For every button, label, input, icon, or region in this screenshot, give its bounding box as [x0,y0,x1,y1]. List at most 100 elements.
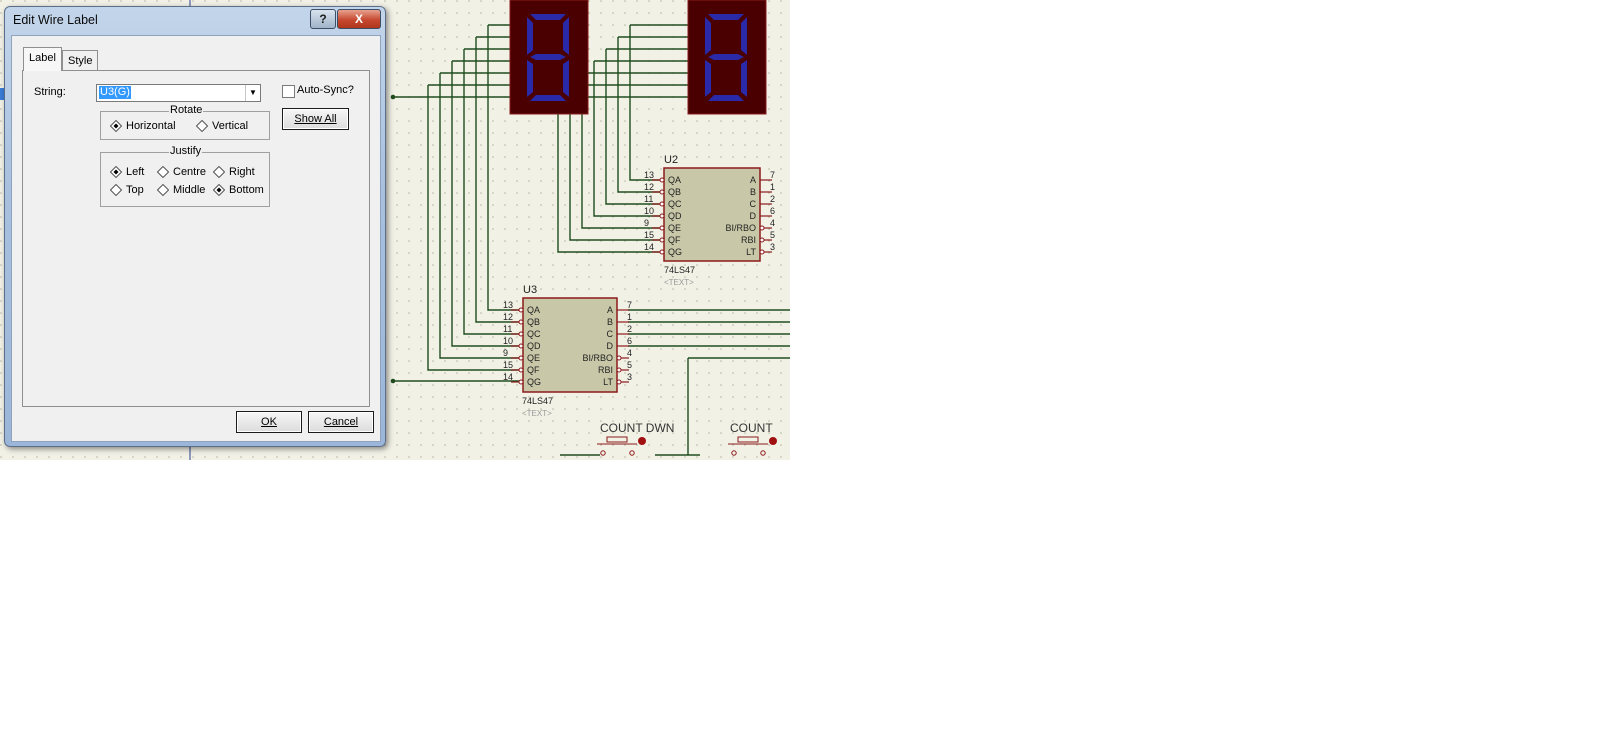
pin-number: 10 [503,336,513,346]
string-combobox[interactable]: U3(G) ▼ [96,84,261,102]
pin-number: 7 [770,170,775,180]
pin-name: D [750,211,757,221]
justify-right-label: Right [229,166,255,178]
pin-number: 2 [770,194,775,204]
pin-name: QB [668,187,681,197]
dialog-client: Label Style String: U3(G) ▼ Auto-Sync? R… [11,35,381,442]
pin-number: 6 [770,206,775,216]
tab-label[interactable]: Label [23,47,62,71]
pin-name: QE [668,223,681,233]
rotate-horizontal-radio[interactable] [110,120,122,132]
rotate-group-title: Rotate [169,104,204,116]
u3-ref: U3 [523,284,537,296]
pin-name: QB [527,317,540,327]
u2-part: 74LS47 [664,265,695,275]
help-button[interactable]: ? [310,9,336,29]
pin-name: BI/RBO [582,353,613,363]
pin-number: 4 [627,348,632,358]
show-all-button[interactable]: Show All [282,108,349,130]
pin-number: 15 [503,360,513,370]
pin-number: 11 [644,194,653,204]
rotate-group: Rotate Horizontal Vertical [100,104,270,140]
u2-ref: U2 [664,154,678,166]
pin-name: QD [668,211,682,221]
auto-sync-checkbox[interactable] [282,85,295,98]
ok-label: OK [261,416,277,428]
pin-name: QC [527,329,541,339]
justify-top-radio[interactable] [110,184,122,196]
justify-left-label: Left [126,166,145,178]
justify-bottom-label: Bottom [229,184,264,196]
pin-number: 2 [627,324,632,334]
rotate-vertical-label: Vertical [212,120,249,132]
seven-segment-display-2[interactable] [687,0,767,115]
tab-style[interactable]: Style [62,50,99,71]
u3-part: 74LS47 [522,396,553,406]
pin-name: QG [668,247,682,257]
pin-number: 3 [627,372,632,382]
pin-name: QG [527,377,541,387]
pin-name: LT [746,247,756,257]
pin-name: A [750,175,756,185]
pin-name: B [750,187,756,197]
auto-sync-label: Auto-Sync? [297,84,354,96]
cancel-label: Cancel [323,416,359,428]
u3-text-field: <TEXT> [522,409,552,418]
pin-number: 12 [503,312,513,322]
pin-number: 13 [503,300,513,310]
cancel-button[interactable]: Cancel [308,411,374,433]
pin-number: 7 [627,300,632,310]
pin-name: D [607,341,614,351]
justify-middle-label: Middle [173,184,206,196]
pin-number: 3 [770,242,775,252]
pin-name: C [607,329,614,339]
screenshot-area: U2 74LS47 <TEXT> 13 QA 12 QB 11 QC 10 QD 9 QE 15 QF… [0,0,790,460]
pin-name: C [750,199,757,209]
pin-name: A [607,305,613,315]
justify-left-radio[interactable] [110,166,122,178]
close-button[interactable]: X [337,9,381,29]
pin-number: 4 [770,218,775,228]
pin-number: 14 [503,372,513,382]
pin-name: QC [668,199,682,209]
show-all-label: Show All [294,113,337,125]
u2-text-field: <TEXT> [664,278,694,287]
pin-number: 1 [770,182,775,192]
string-label: String: [34,86,66,98]
dialog-title: Edit Wire Label [13,13,98,27]
pin-number: 14 [644,242,654,252]
pin-name: BI/RBO [725,223,756,233]
pin-number: 15 [644,230,654,240]
pin-name: RBI [598,365,613,375]
pin-number: 13 [644,170,654,180]
count-label: COUNT [730,421,773,435]
justify-right-radio[interactable] [213,166,225,178]
pin-name: QA [527,305,540,315]
justify-top-label: Top [126,184,144,196]
pin-number: 6 [627,336,632,346]
justify-centre-radio[interactable] [157,166,169,178]
pin-name: QF [527,365,540,375]
justify-bottom-radio[interactable] [213,184,225,196]
seven-segment-display-1[interactable] [509,0,589,115]
pin-name: QA [668,175,681,185]
ok-button[interactable]: OK [236,411,302,433]
pin-name: QF [668,235,681,245]
pin-name: RBI [741,235,756,245]
pin-number: 9 [644,218,649,228]
edit-wire-label-dialog: Edit Wire Label ? X Label Style String: … [4,6,386,447]
chevron-down-icon[interactable]: ▼ [245,85,260,101]
pin-number: 11 [503,324,512,334]
string-input[interactable]: U3(G) [99,86,131,99]
count-dwn-label: COUNT DWN [600,421,674,435]
pin-name: LT [603,377,613,387]
pin-number: 5 [770,230,775,240]
justify-group-title: Justify [169,145,203,157]
justify-group: Justify Left Centre Right Top Middle Bot… [100,145,270,207]
pin-number: 10 [644,206,654,216]
pin-name: QE [527,353,540,363]
justify-middle-radio[interactable] [157,184,169,196]
justify-centre-label: Centre [173,166,207,178]
rotate-vertical-radio[interactable] [196,120,208,132]
pin-number: 1 [627,312,632,322]
